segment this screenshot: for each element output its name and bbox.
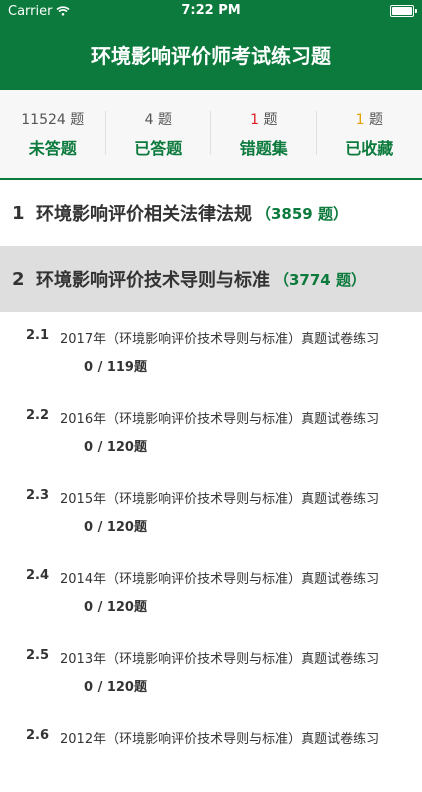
page-title: 环境影响评价师考试练习题 xyxy=(0,40,422,69)
stat-count: 4 题 xyxy=(106,109,212,129)
item-progress: 0 / 119题 xyxy=(84,356,147,375)
item-title: 2015年（环境影响评价技术导则与标准）真题试卷练习 xyxy=(60,488,379,507)
item-number: 2.1 xyxy=(26,328,49,343)
section-count: （3774 题） xyxy=(274,269,366,290)
item-progress: 0 / 120题 xyxy=(84,516,147,535)
section-index: 2 xyxy=(12,269,34,290)
stat-unit: 题 xyxy=(70,112,84,128)
item-title: 2014年（环境影响评价技术导则与标准）真题试卷练习 xyxy=(60,568,379,587)
list-item[interactable]: 2.5 2013年（环境影响评价技术导则与标准）真题试卷练习 0 / 120题 xyxy=(0,632,422,712)
item-progress: 0 / 120题 xyxy=(84,436,147,455)
stat-count: 11524 题 xyxy=(0,109,106,129)
list-item[interactable]: 2.2 2016年（环境影响评价技术导则与标准）真题试卷练习 0 / 120题 xyxy=(0,392,422,472)
item-title: 2017年（环境影响评价技术导则与标准）真题试卷练习 xyxy=(60,328,379,347)
stat-number: 11524 xyxy=(21,112,66,128)
item-progress: 0 / 120题 xyxy=(84,676,147,695)
section-title: 环境影响评价相关法律法规 xyxy=(36,200,252,226)
stat-label: 未答题 xyxy=(0,135,106,159)
section-1[interactable]: 1 环境影响评价相关法律法规 （3859 题） xyxy=(0,180,422,246)
section-index: 1 xyxy=(12,203,34,224)
stat-label: 错题集 xyxy=(211,135,317,159)
top-header: Carrier 7:22 PM 环境影响评价师考试练习题 xyxy=(0,0,422,90)
battery-icon xyxy=(390,5,414,17)
stat-unit: 题 xyxy=(369,112,383,128)
item-number: 2.5 xyxy=(26,648,49,663)
item-number: 2.2 xyxy=(26,408,49,423)
item-title: 2012年（环境影响评价技术导则与标准）真题试卷练习 xyxy=(60,728,379,747)
stat-number: 4 xyxy=(145,112,154,128)
item-number: 2.4 xyxy=(26,568,49,583)
list-item[interactable]: 2.1 2017年（环境影响评价技术导则与标准）真题试卷练习 0 / 119题 xyxy=(0,312,422,392)
stat-count: 1 题 xyxy=(317,109,422,129)
status-time: 7:22 PM xyxy=(0,3,422,18)
status-bar: Carrier 7:22 PM xyxy=(0,0,422,22)
stat-count: 1 题 xyxy=(211,109,317,129)
item-title: 2013年（环境影响评价技术导则与标准）真题试卷练习 xyxy=(60,648,379,667)
section-count: （3859 题） xyxy=(256,203,348,224)
stat-unit: 题 xyxy=(263,112,277,128)
stat-unit: 题 xyxy=(158,112,172,128)
stats-bar: 11524 题 未答题 4 题 已答题 1 题 错题集 1 题 已收藏 xyxy=(0,90,422,180)
item-progress: 0 / 120题 xyxy=(84,596,147,615)
stat-wrong[interactable]: 1 题 错题集 xyxy=(211,109,317,159)
list-item[interactable]: 2.6 2012年（环境影响评价技术导则与标准）真题试卷练习 xyxy=(0,712,422,792)
section-title: 环境影响评价技术导则与标准 xyxy=(36,266,270,292)
item-number: 2.6 xyxy=(26,728,49,743)
list-item[interactable]: 2.3 2015年（环境影响评价技术导则与标准）真题试卷练习 0 / 120题 xyxy=(0,472,422,552)
stat-number: 1 xyxy=(250,112,259,128)
section-2[interactable]: 2 环境影响评价技术导则与标准 （3774 题） xyxy=(0,246,422,312)
stat-label: 已收藏 xyxy=(317,135,422,159)
stat-unanswered[interactable]: 11524 题 未答题 xyxy=(0,109,106,159)
stat-label: 已答题 xyxy=(106,135,212,159)
list-item[interactable]: 2.4 2014年（环境影响评价技术导则与标准）真题试卷练习 0 / 120题 xyxy=(0,552,422,632)
item-number: 2.3 xyxy=(26,488,49,503)
stat-number: 1 xyxy=(356,112,365,128)
stat-answered[interactable]: 4 题 已答题 xyxy=(106,109,212,159)
stat-favorites[interactable]: 1 题 已收藏 xyxy=(317,109,422,159)
item-title: 2016年（环境影响评价技术导则与标准）真题试卷练习 xyxy=(60,408,379,427)
